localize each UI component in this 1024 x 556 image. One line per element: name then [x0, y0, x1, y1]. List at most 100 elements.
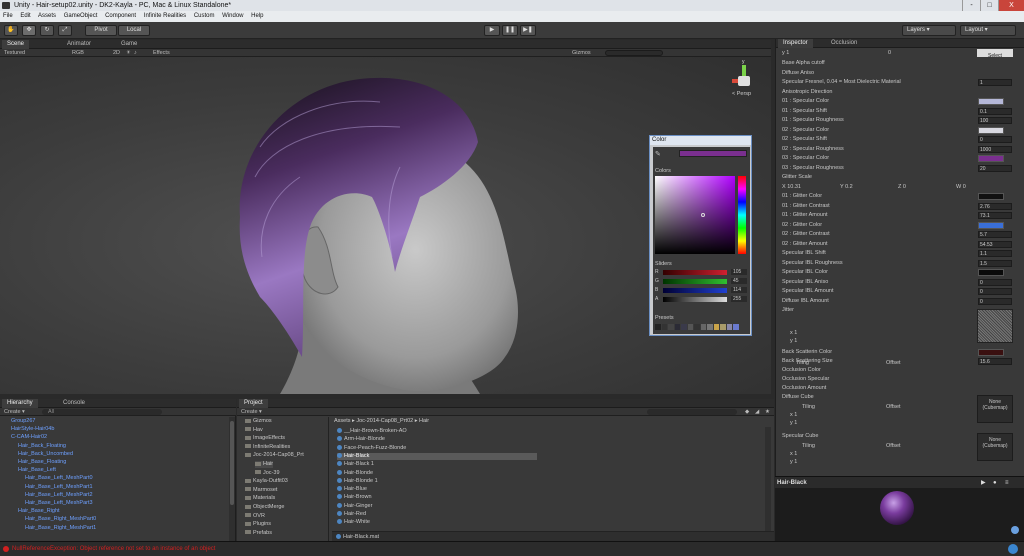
diffuse-cube-slot[interactable]: None (Cubemap) [977, 395, 1013, 423]
hierarchy-item[interactable]: Hair_Back_Uncombed [18, 451, 73, 458]
folder-item[interactable]: Hav [245, 427, 263, 434]
folder-item[interactable]: Prefabs [245, 530, 272, 537]
maximize-button[interactable]: □ [980, 0, 998, 11]
tab-console[interactable]: Console [58, 399, 90, 408]
tab-hierarchy[interactable]: Hierarchy [2, 399, 38, 408]
local-toggle[interactable]: Local [118, 25, 150, 36]
inspector-value-field[interactable]: 0 [978, 297, 1012, 305]
folder-item[interactable]: ImageEffects [245, 435, 285, 442]
asset-item[interactable]: Hair-Red [337, 511, 366, 518]
filter-label-icon[interactable]: ◢ [755, 408, 759, 416]
tab-game[interactable]: Game [116, 40, 142, 49]
folder-item[interactable]: Joc-39 [255, 470, 280, 477]
hierarchy-item[interactable]: Hair_Base_Left_MeshPart3 [25, 500, 93, 507]
hierarchy-item[interactable]: Hair_Base_Floating [18, 459, 66, 466]
asset-item[interactable]: Hair-White [337, 519, 370, 526]
vector-component-field[interactable]: X 10.31 [782, 183, 801, 192]
inspector-value-field[interactable]: 0 [978, 136, 1012, 143]
hierarchy-item[interactable]: Group267 [11, 418, 35, 425]
back-scatter-color-swatch[interactable] [978, 349, 1004, 356]
collab-icon[interactable] [1008, 544, 1018, 554]
folder-item[interactable]: Marmoset [245, 487, 277, 494]
vector-component-field[interactable]: W 0 [956, 183, 966, 192]
inspector-value-field[interactable]: 1.1 [978, 250, 1012, 257]
move-tool-button[interactable]: ✥ [22, 25, 36, 36]
asset-item[interactable]: __Hair-Brown-Broken-AO [337, 428, 407, 435]
render-mode-dropdown[interactable]: RGB [72, 49, 84, 57]
perspective-label[interactable]: < Persp [732, 91, 762, 97]
scene-orientation-gizmo[interactable]: y < Persp [732, 59, 756, 101]
scale-tool-button[interactable]: ⤢ [58, 25, 72, 36]
gizmos-dropdown[interactable]: Gizmos [572, 49, 591, 57]
inspector-value-field[interactable]: 73.1 [978, 212, 1012, 219]
menu-custom[interactable]: Custom [194, 13, 215, 19]
favorite-icon[interactable]: ★ [765, 408, 770, 416]
color-picker-window[interactable]: Color ✎ Colors Sliders R 105 G 45 B 114 [649, 135, 752, 336]
slider-row-a[interactable]: A 255 [655, 296, 748, 304]
preview-light-icon[interactable] [1011, 526, 1019, 534]
folder-item[interactable]: Gizmos [245, 418, 272, 425]
texture-select-button[interactable]: Select [977, 49, 1013, 59]
scene-search-input[interactable] [605, 50, 663, 56]
audio-toggle-icon[interactable]: ♪ [134, 49, 137, 57]
hierarchy-item[interactable]: HairStyle-Hair04b [11, 426, 54, 433]
inspector-value-field[interactable]: 20 [978, 164, 1012, 172]
inspector-value-field[interactable]: 5.7 [978, 231, 1012, 238]
2d-toggle[interactable]: 2D [113, 49, 120, 57]
material-preview-header[interactable]: Hair-Black ▶ ● ≡ [775, 476, 1024, 488]
asset-item[interactable]: Hair-Blonde [337, 470, 373, 477]
color-swatch[interactable] [978, 221, 1004, 229]
material-preview[interactable] [775, 488, 1024, 541]
menu-infinite-realities[interactable]: Infinite Realities [144, 13, 186, 19]
menu-component[interactable]: Component [105, 13, 136, 19]
minimize-button[interactable]: - [962, 0, 980, 11]
folder-item[interactable]: Joc-2014-Cap08_Prt [245, 452, 304, 459]
vector-component-field[interactable]: Z 0 [898, 183, 906, 192]
hierarchy-search-input[interactable]: All [42, 409, 162, 415]
slider-row-r[interactable]: R 105 [655, 269, 748, 277]
menu-gameobject[interactable]: GameObject [64, 13, 98, 19]
center-cube-icon[interactable] [738, 76, 750, 86]
menu-edit[interactable]: Edit [20, 13, 30, 19]
preset-swatches[interactable] [655, 324, 739, 330]
pivot-toggle[interactable]: Pivot [85, 25, 117, 36]
folder-item[interactable]: ObjectMerge [245, 504, 285, 511]
pause-button[interactable]: ❚❚ [502, 25, 518, 36]
folder-item[interactable]: Materials [245, 495, 275, 502]
vector-component-field[interactable]: Y 0.2 [840, 183, 853, 192]
tab-project[interactable]: Project [239, 399, 268, 408]
menu-file[interactable]: File [3, 13, 13, 19]
color-swatch[interactable] [978, 126, 1004, 134]
close-button[interactable]: X [998, 0, 1024, 11]
asset-item[interactable]: Hair-Ginger [337, 503, 372, 510]
hierarchy-item[interactable]: Hair_Base_Right_MeshPart0 [25, 516, 96, 523]
asset-item[interactable]: Hair-Black 1 [337, 461, 374, 468]
folder-item[interactable]: Kayla-Outfit03 [245, 478, 288, 485]
folder-item[interactable]: Hair [255, 461, 274, 468]
hierarchy-item[interactable]: Hair_Base_Left_MeshPart1 [25, 484, 93, 491]
hand-tool-button[interactable]: ✋ [4, 25, 18, 36]
folder-item[interactable]: InfiniteRealities [245, 444, 290, 451]
hierarchy-item[interactable]: Hair_Base_Left [18, 467, 56, 474]
inspector-value-field[interactable]: 54.53 [978, 240, 1012, 248]
menu-window[interactable]: Window [222, 13, 243, 19]
jitter-texture-thumbnail[interactable] [977, 309, 1013, 343]
hierarchy-item[interactable]: Hair_Base_Left_MeshPart0 [25, 475, 93, 482]
step-button[interactable]: ▶❚ [520, 25, 536, 36]
inspector-value-field[interactable]: 100 [978, 117, 1012, 124]
color-cursor[interactable] [701, 213, 705, 217]
asset-item[interactable]: Arm-Hair-Blonde [337, 436, 385, 443]
filter-type-icon[interactable]: ◆ [745, 408, 749, 416]
hue-slider[interactable] [738, 176, 746, 254]
project-scrollbar[interactable] [765, 427, 771, 531]
project-create-button[interactable]: Create ▾ [241, 408, 262, 416]
inspector-value-field[interactable]: 0 [978, 288, 1012, 295]
tab-occlusion[interactable]: Occlusion [826, 39, 862, 48]
asset-item[interactable]: Hair-Blue [337, 486, 367, 493]
effects-dropdown[interactable]: Effects [153, 49, 170, 57]
console-status-bar[interactable]: NullReferenceException: Object reference… [0, 541, 1024, 556]
hierarchy-item[interactable]: Hair_Base_Right [18, 508, 60, 515]
folder-item[interactable]: Plugins [245, 521, 271, 528]
tab-animator[interactable]: Animator [62, 40, 96, 49]
layout-dropdown[interactable]: Layout ▾ [960, 25, 1016, 36]
